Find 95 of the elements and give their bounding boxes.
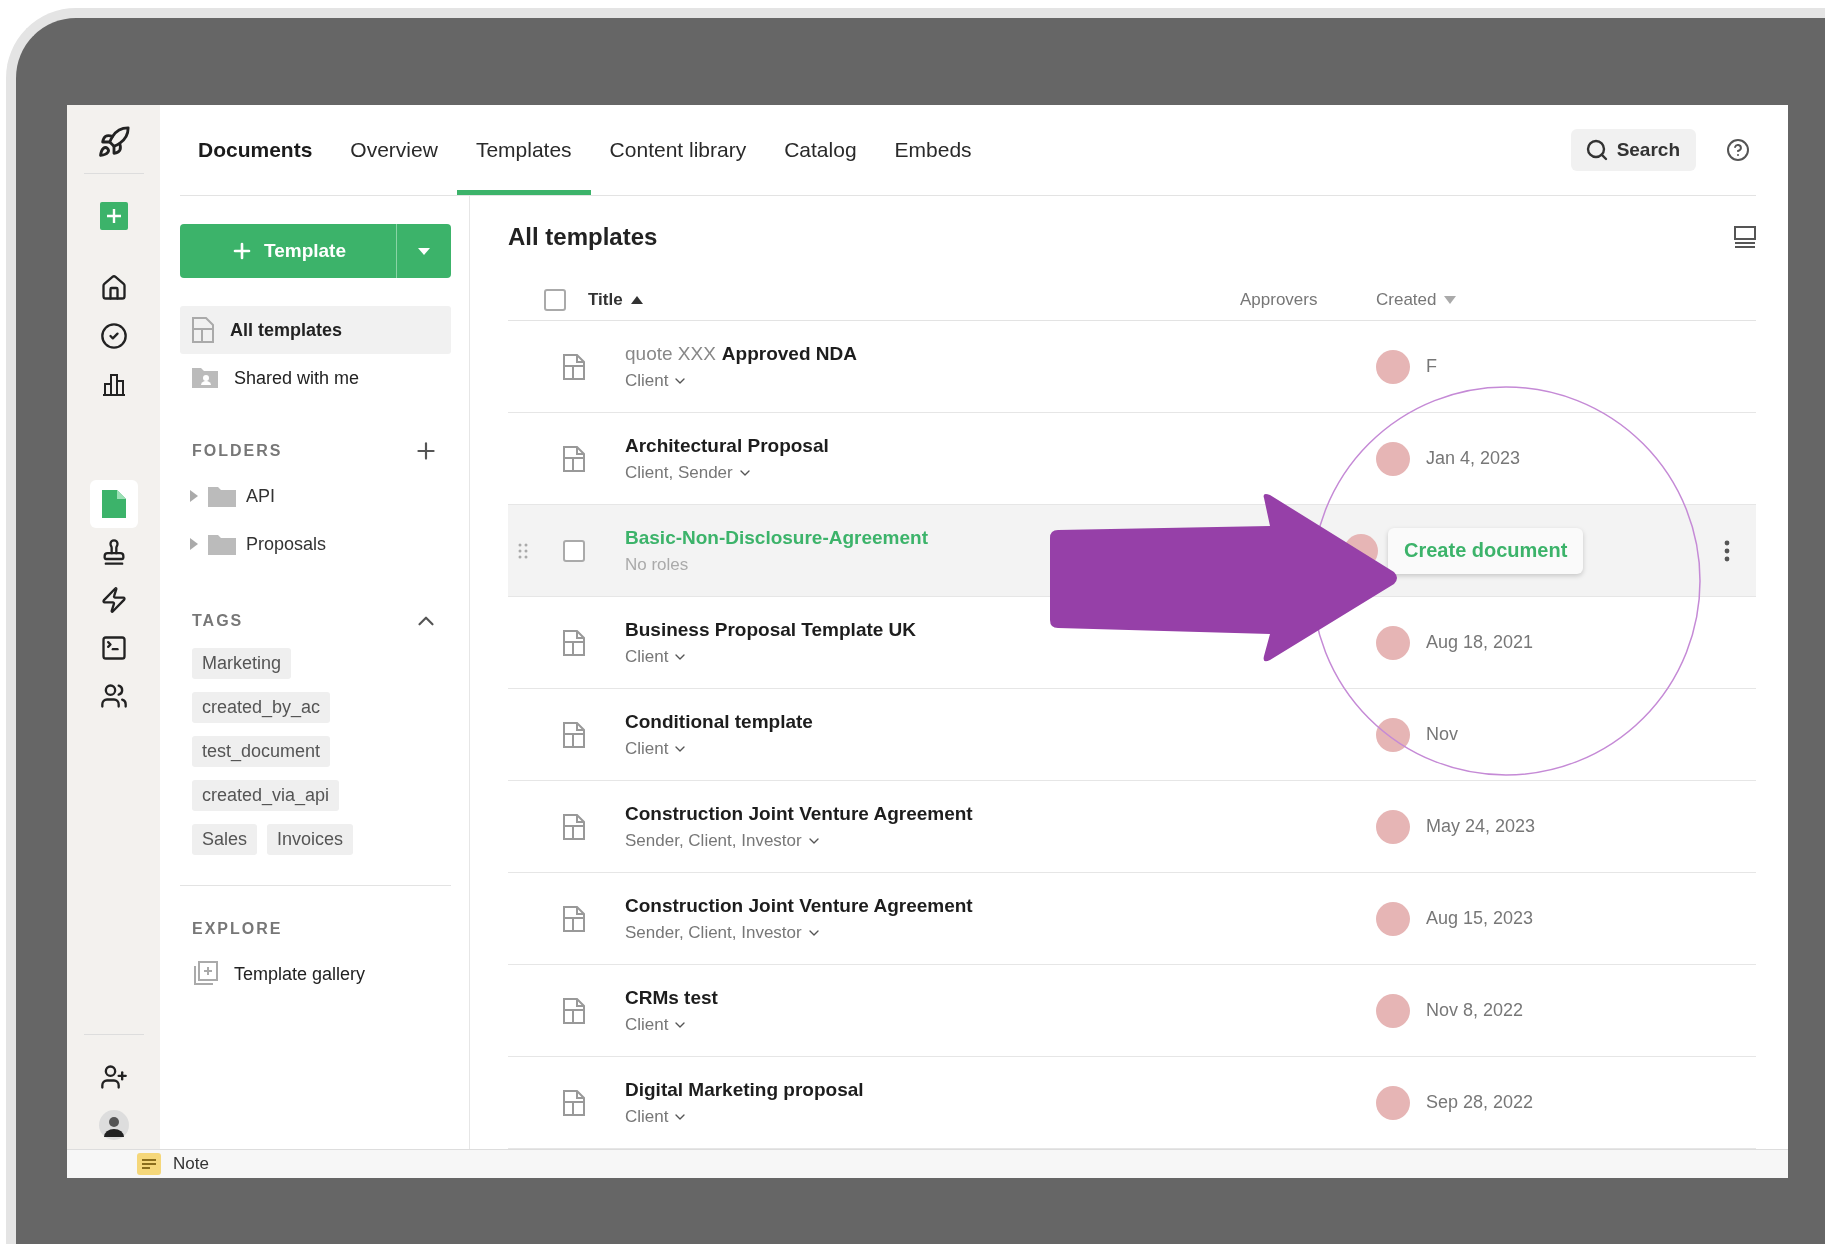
template-icon <box>562 353 585 380</box>
note-label: Note <box>173 1154 209 1174</box>
document-icon <box>101 490 126 518</box>
template-icon <box>562 1089 585 1116</box>
tag-chip[interactable]: Invoices <box>267 824 354 855</box>
template-roles: Client <box>625 370 669 391</box>
folder-item[interactable]: Proposals <box>180 520 451 568</box>
template-title: Conditional template <box>625 710 814 733</box>
users-icon <box>99 682 128 710</box>
avatar <box>1376 717 1410 752</box>
search-button[interactable]: Search <box>1570 129 1696 171</box>
tag-chip[interactable]: created_via_api <box>192 780 340 811</box>
section-heading: FOLDERS <box>192 442 283 460</box>
add-user-icon <box>99 1063 128 1091</box>
column-header[interactable]: Approvers <box>1240 289 1376 310</box>
created-date: May 24, 2023 <box>1426 816 1536 837</box>
page-title: All templates <box>508 222 658 251</box>
terminal-icon <box>99 634 128 662</box>
row-checkbox[interactable] <box>562 539 585 562</box>
template-title: Construction Joint Venture Agreement <box>625 802 974 825</box>
created-date: Aug 15, 2023 <box>1426 908 1534 929</box>
template-roles: Client <box>625 1014 669 1035</box>
gallery-icon <box>192 961 218 987</box>
sidebar-item[interactable]: All templates <box>180 306 451 354</box>
template-icon <box>562 629 585 656</box>
drag-handle-icon[interactable] <box>518 543 528 559</box>
template-title: CRMs test <box>625 986 719 1009</box>
nav-tab[interactable]: Content library <box>590 105 766 195</box>
template-icon <box>562 721 585 748</box>
template-icon <box>192 317 214 343</box>
folder-icon <box>208 485 236 507</box>
sidebar-item[interactable]: Shared with me <box>180 354 451 402</box>
select-all-checkbox[interactable] <box>544 288 566 311</box>
shared-folder-icon <box>192 367 218 389</box>
add-icon <box>99 202 128 230</box>
template-roles: No roles <box>625 554 689 575</box>
avatar <box>1376 809 1410 844</box>
nav-tab[interactable]: Catalog <box>765 105 876 195</box>
template-icon <box>562 997 585 1024</box>
expand-caret-icon <box>190 490 198 502</box>
created-date: Nov <box>1426 724 1458 745</box>
tag-chip[interactable]: created_by_ac <box>192 692 331 723</box>
column-header[interactable]: Created <box>1376 289 1756 310</box>
template-roles: Client, Sender <box>625 462 733 483</box>
created-date: Aug 18, 2021 <box>1426 632 1534 653</box>
tag-chip[interactable]: test_document <box>192 736 331 767</box>
template-title: Business Proposal Template UK <box>625 618 918 641</box>
template-title: quote XXX Approved NDA <box>625 342 858 365</box>
nav-tab[interactable]: Overview <box>331 105 457 195</box>
lightning-icon <box>99 586 128 614</box>
template-roles: Client <box>625 646 669 667</box>
avatar <box>1376 441 1410 476</box>
note-icon <box>137 1153 161 1175</box>
avatar-icon <box>98 1110 129 1140</box>
template-title: Digital Marketing proposal <box>625 1078 865 1101</box>
tag-chip[interactable]: Marketing <box>192 648 292 679</box>
column-header[interactable]: Title <box>588 289 1240 310</box>
avatar <box>1376 625 1410 660</box>
avatar <box>1376 1085 1410 1120</box>
home-icon <box>99 274 128 302</box>
sidebar-item[interactable]: Template gallery <box>180 950 451 998</box>
sort-ascending-icon[interactable] <box>630 295 643 304</box>
view-toggle-icon[interactable] <box>1734 225 1756 248</box>
avatar <box>1376 901 1410 936</box>
folder-icon <box>208 533 236 555</box>
created-date: Nov 8, 2022 <box>1426 1000 1524 1021</box>
nav-tab[interactable]: Embeds <box>875 105 991 195</box>
tag-chip[interactable]: Sales <box>192 824 258 855</box>
more-options-icon[interactable] <box>1724 539 1730 562</box>
template-icon <box>562 445 585 472</box>
created-date: Sep 28, 2022 <box>1426 1092 1534 1113</box>
created-date: F <box>1426 356 1437 377</box>
template-icon <box>562 813 585 840</box>
rocket-logo-icon <box>96 125 131 159</box>
caret-icon <box>418 247 430 255</box>
nav-tab[interactable]: Templates <box>456 105 591 195</box>
template-title: Architectural Proposal <box>625 434 830 457</box>
template-roles: Client <box>625 738 669 759</box>
section-heading: TAGS <box>192 612 244 630</box>
template-title: Basic-Non-Disclosure-Agreement <box>625 526 930 549</box>
section-title: Documents <box>197 138 314 162</box>
search-icon <box>1584 138 1609 162</box>
check-circle-icon <box>99 322 128 350</box>
expand-caret-icon <box>190 538 198 550</box>
template-roles: Sender, Client, Investor <box>625 922 802 943</box>
folder-item[interactable]: API <box>180 472 451 520</box>
section-heading: EXPLORE <box>192 920 283 938</box>
template-roles: Client <box>625 1106 669 1127</box>
created-date: Jan 4, 2023 <box>1426 448 1521 469</box>
template-icon <box>562 905 585 932</box>
avatar <box>1376 349 1410 384</box>
template-title: Construction Joint Venture Agreement <box>625 894 974 917</box>
help-icon[interactable] <box>1726 138 1750 162</box>
template-roles: Sender, Client, Investor <box>625 830 802 851</box>
avatar <box>1376 993 1410 1028</box>
